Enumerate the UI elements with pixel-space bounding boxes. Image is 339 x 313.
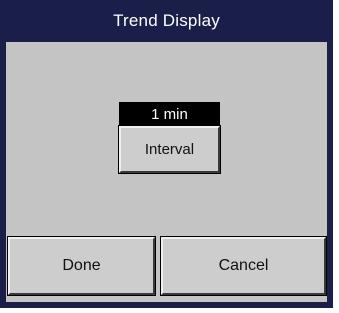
dialog-title-bar: Trend Display — [0, 0, 333, 42]
interval-value-display: 1 min — [119, 102, 220, 126]
trend-display-dialog: Trend Display 1 min Interval Done Cancel — [0, 0, 333, 308]
dialog-title: Trend Display — [113, 11, 220, 30]
interval-button-label: Interval — [144, 141, 195, 158]
interval-button[interactable]: Interval — [118, 125, 221, 174]
done-button[interactable]: Done — [7, 236, 156, 296]
cancel-button-label: Cancel — [218, 257, 269, 274]
interval-value: 1 min — [151, 105, 188, 123]
dialog-content-panel: 1 min Interval Done Cancel — [6, 42, 327, 302]
cancel-button[interactable]: Cancel — [160, 236, 327, 296]
done-button-label: Done — [62, 257, 101, 274]
